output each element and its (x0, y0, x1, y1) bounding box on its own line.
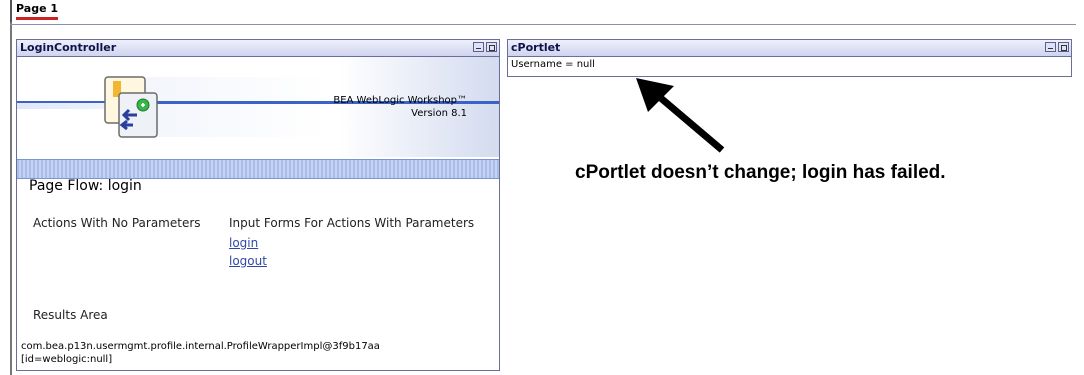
results-area-label: Results Area (33, 308, 108, 322)
portlet-title: LoginController (20, 41, 117, 54)
workshop-banner: BEA WebLogic Workshop™ Version 8.1 (17, 57, 499, 157)
username-value: Username = null (511, 59, 595, 70)
results-output: com.bea.p13n.usermgmt.profile.internal.P… (21, 340, 491, 366)
page-flow-title: Page Flow: login (29, 178, 142, 194)
minimize-icon[interactable] (1045, 42, 1056, 52)
portlet-titlebar: cPortlet (508, 40, 1071, 57)
annotation-text: cPortlet doesn’t change; login has faile… (575, 162, 946, 183)
minimize-icon[interactable] (473, 42, 484, 52)
arrow-icon (636, 78, 725, 153)
actions-header: Actions With No Parameters (33, 216, 201, 230)
login-controller-portlet: LoginController BEA WebLogic Workshop™ V… (16, 39, 500, 371)
workshop-logo-icon (104, 76, 158, 138)
page-tab[interactable]: Page 1 (10, 0, 62, 22)
result-line: com.bea.p13n.usermgmt.profile.internal.P… (21, 341, 380, 352)
product-version: Version 8.1 (411, 108, 467, 119)
tab-rule (10, 24, 1076, 25)
logout-link[interactable]: logout (229, 254, 267, 268)
page-tab-label: Page 1 (16, 2, 59, 20)
maximize-icon[interactable] (486, 42, 497, 52)
maximize-icon[interactable] (1058, 42, 1069, 52)
result-line: [id=weblogic:null] (21, 354, 113, 365)
portlet-title: cPortlet (511, 41, 561, 54)
login-link[interactable]: login (229, 236, 258, 250)
left-edge-bar (10, 0, 12, 375)
portlet-titlebar: LoginController (17, 40, 499, 57)
c-portlet: cPortlet Username = null (507, 39, 1072, 77)
banner-band (17, 159, 499, 179)
forms-header: Input Forms For Actions With Parameters (229, 216, 475, 230)
product-name: BEA WebLogic Workshop™ (333, 95, 467, 106)
